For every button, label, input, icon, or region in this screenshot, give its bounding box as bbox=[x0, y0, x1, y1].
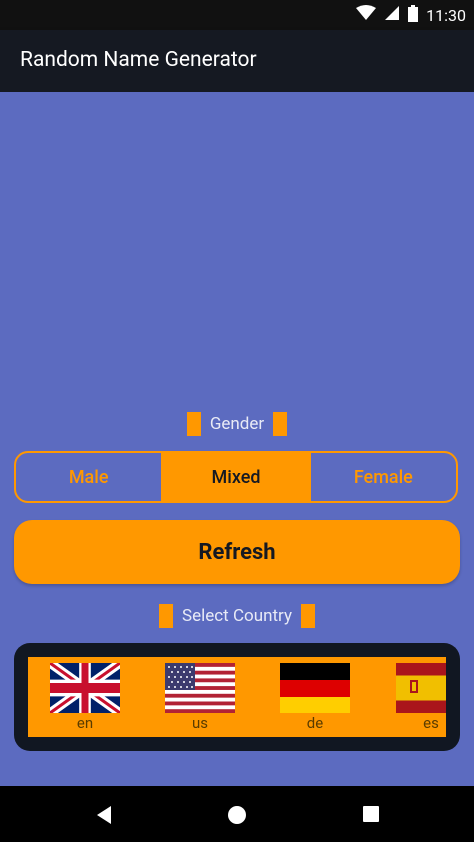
country-item-us[interactable]: us bbox=[165, 657, 235, 737]
country-code: de bbox=[306, 714, 324, 732]
recents-icon[interactable] bbox=[362, 805, 380, 827]
clock-time: 11:30 bbox=[426, 5, 466, 25]
country-item-en[interactable]: en bbox=[50, 657, 120, 737]
app-bar: Random Name Generator bbox=[0, 30, 474, 92]
country-label: Select Country bbox=[182, 606, 292, 626]
germany-flag-icon bbox=[280, 663, 350, 713]
uk-flag-icon bbox=[50, 663, 120, 713]
battery-icon bbox=[408, 4, 419, 26]
gender-option-mixed[interactable]: Mixed bbox=[161, 453, 309, 501]
gender-toggle-group: Male Mixed Female bbox=[14, 451, 458, 503]
home-icon[interactable] bbox=[227, 805, 247, 829]
country-heading: Select Country bbox=[0, 604, 474, 628]
decorative-bar bbox=[186, 412, 201, 436]
main-content: Gender Male Mixed Female Refresh Select … bbox=[0, 92, 474, 786]
app-title: Random Name Generator bbox=[20, 48, 257, 72]
country-selector: en us de es bbox=[14, 643, 460, 751]
decorative-bar bbox=[159, 604, 174, 628]
country-code: us bbox=[191, 714, 208, 732]
status-bar: 11:30 bbox=[0, 0, 474, 30]
system-nav-bar bbox=[0, 786, 474, 842]
gender-label: Gender bbox=[209, 414, 265, 434]
spain-flag-icon bbox=[396, 663, 446, 713]
country-code: en bbox=[76, 714, 94, 732]
gender-heading: Gender bbox=[0, 412, 474, 436]
country-item-es[interactable]: es bbox=[396, 657, 446, 737]
country-list[interactable]: en us de es bbox=[28, 657, 446, 737]
signal-icon bbox=[384, 5, 400, 25]
gender-option-female[interactable]: Female bbox=[308, 453, 456, 501]
back-icon[interactable] bbox=[95, 805, 113, 829]
gender-option-male[interactable]: Male bbox=[16, 453, 161, 501]
us-flag-icon bbox=[165, 663, 235, 713]
country-code: es bbox=[423, 714, 439, 732]
decorative-bar bbox=[273, 412, 288, 436]
country-item-de[interactable]: de bbox=[280, 657, 350, 737]
decorative-bar bbox=[300, 604, 315, 628]
wifi-icon bbox=[356, 5, 377, 25]
refresh-button[interactable]: Refresh bbox=[14, 520, 460, 584]
